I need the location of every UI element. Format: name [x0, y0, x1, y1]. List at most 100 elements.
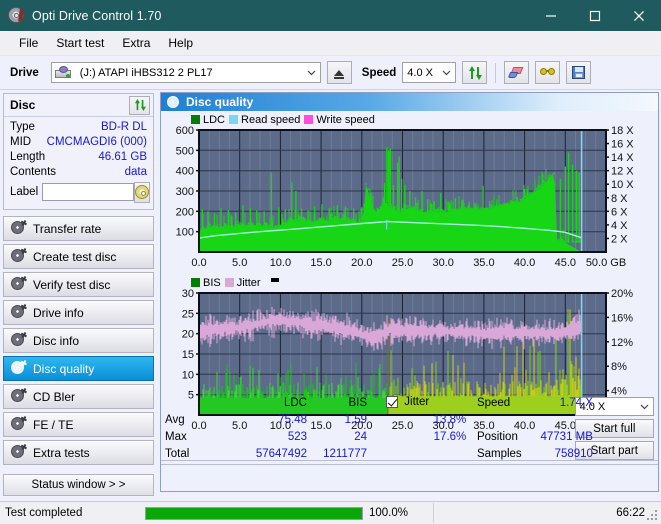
close-button[interactable]	[617, 0, 661, 31]
chart2-legend: BIS Jitter	[163, 276, 656, 289]
legend-swatch	[191, 115, 200, 124]
disc-group-title: Disc	[10, 98, 36, 112]
sidebar-item-disc-info[interactable]: Disc info	[3, 328, 154, 353]
disc-spark-icon	[11, 221, 26, 236]
svg-text:30: 30	[182, 289, 194, 300]
legend-label: BIS	[203, 276, 221, 289]
elapsed-time: 66:22	[616, 507, 645, 519]
disc-refresh-button[interactable]	[129, 95, 150, 115]
legend-item-ldc: LDC	[191, 114, 225, 126]
stats-samples-label: Samples	[476, 448, 522, 460]
drive-select[interactable]: (J:) ATAPI iHBS312 2 PL17	[50, 62, 321, 83]
sidebar-item-label: FE / TE	[33, 417, 74, 432]
disc-spark-icon	[11, 249, 26, 264]
svg-text:4%: 4%	[611, 386, 627, 398]
menu-file[interactable]: File	[10, 33, 47, 53]
legend-swatch	[224, 278, 234, 287]
svg-text:20.0: 20.0	[351, 257, 372, 269]
svg-text:16%: 16%	[611, 312, 633, 324]
stats-bis-avg: 1.59	[344, 414, 367, 426]
disc-row-value: BD-R DL	[100, 120, 147, 133]
scale-marker-icon	[270, 277, 279, 282]
chart1-svg: 100 200 300 400 500 600 2 X4 X 6 X8 X 10 X12 X 14…	[176, 126, 635, 269]
disc-row-mid: MID CMCMAGDI6 (000)	[10, 134, 147, 149]
status-bar: Test completed 100.0% 66:22	[0, 501, 661, 524]
sidebar-item-transfer-rate[interactable]: Transfer rate	[3, 216, 154, 241]
stats-samples-value: 758910	[554, 448, 593, 460]
svg-text:2 X: 2 X	[611, 233, 628, 245]
disc-quality-panel: Disc quality LDC Read speed Write speed …	[160, 92, 659, 492]
disc-row-length: Length 46.61 GB	[10, 149, 147, 164]
svg-text:16 X: 16 X	[611, 139, 634, 151]
progress-fill	[146, 507, 362, 519]
chevron-down-icon	[636, 397, 653, 416]
chevron-down-icon	[438, 63, 455, 82]
sidebar-item-label: Extra tests	[33, 445, 90, 460]
svg-text:30.0: 30.0	[432, 257, 453, 269]
status-window-button[interactable]: Status window > >	[3, 474, 154, 496]
legend-label: Read speed	[241, 113, 301, 126]
sidebar-item-disc-quality[interactable]: Disc quality	[3, 356, 154, 381]
svg-text:10.0: 10.0	[270, 257, 291, 269]
eject-button[interactable]	[326, 61, 352, 84]
disc-label-button[interactable]	[134, 181, 151, 203]
legend-swatch	[229, 115, 239, 124]
refresh-button[interactable]	[462, 61, 488, 84]
disc-info-rows: Type BD-R DL MID CMCMAGDI6 (000) Length …	[4, 117, 153, 209]
legend-swatch	[304, 115, 314, 124]
sidebar-item-label: Transfer rate	[33, 221, 102, 236]
svg-text:14 X: 14 X	[611, 152, 634, 164]
legend-item-bis: BIS	[191, 277, 221, 289]
disc-spark-icon	[11, 361, 26, 376]
disc-spark-icon	[11, 277, 26, 292]
menu-start-test[interactable]: Start test	[47, 33, 113, 53]
stats-position-label: Position	[476, 431, 518, 443]
svg-text:12%: 12%	[611, 337, 633, 349]
legend-item-jitter: Jitter	[224, 277, 261, 289]
sidebar-item-fe-te[interactable]: FE / TE	[3, 412, 154, 437]
chevron-down-icon	[303, 63, 320, 82]
speed-position-block: Speed 1.74 X Position 47731 MB Samples 7…	[476, 397, 593, 461]
disc-row-contents: Contents data	[10, 164, 147, 179]
stats-bis-total: 1211777	[323, 448, 367, 460]
svg-text:15: 15	[182, 349, 194, 361]
svg-text:45.0: 45.0	[555, 257, 576, 269]
drive-select-value: (J:) ATAPI iHBS312 2 PL17	[79, 66, 213, 79]
minimize-button[interactable]	[529, 0, 573, 31]
resize-grip[interactable]	[647, 510, 659, 522]
disc-row-key: MID	[10, 135, 32, 148]
drive-label: Drive	[10, 66, 39, 79]
sidebar-item-create-test-disc[interactable]: Create test disc	[3, 244, 154, 269]
sidebar-item-cd-bler[interactable]: CD Bler	[3, 384, 154, 409]
save-button[interactable]	[566, 61, 592, 84]
drive-toolbar: Drive (J:) ATAPI iHBS312 2 PL17 Speed 4.…	[0, 56, 661, 90]
menu-help[interactable]: Help	[159, 33, 202, 53]
sidebar-item-verify-test-disc[interactable]: Verify test disc	[3, 272, 154, 297]
stats-position-value: 47731 MB	[540, 431, 593, 443]
svg-text:10: 10	[182, 369, 194, 381]
stats-header-ldc: LDC	[283, 397, 307, 409]
panel-title: Disc quality	[186, 95, 254, 109]
disc-group: Disc Type BD-R DL MID CMCMAGDI6 (000) Le…	[3, 93, 154, 210]
charts-container: LDC Read speed Write speed 100 200 300 4…	[161, 111, 658, 437]
speed-select[interactable]: 4.0 X	[402, 62, 457, 83]
menu-extra[interactable]: Extra	[113, 33, 159, 53]
scan-button[interactable]	[535, 61, 561, 84]
disc-spark-icon	[11, 417, 26, 432]
svg-text:25: 25	[182, 308, 194, 320]
sidebar-item-extra-tests[interactable]: Extra tests	[3, 440, 154, 465]
svg-text:6 X: 6 X	[611, 206, 628, 218]
svg-text:15.0: 15.0	[310, 257, 331, 269]
svg-text:4 X: 4 X	[611, 220, 628, 232]
jitter-checkbox[interactable]	[386, 396, 399, 408]
maximize-button[interactable]	[573, 0, 617, 31]
disc-spark-icon	[11, 305, 26, 320]
svg-text:600: 600	[176, 126, 194, 137]
disc-label-input[interactable]	[42, 183, 135, 201]
stats-jitter-avg: 13.8%	[433, 414, 467, 426]
sidebar-item-drive-info[interactable]: Drive info	[3, 300, 154, 325]
stats-bis-max: 24	[354, 431, 367, 443]
erase-button[interactable]	[504, 61, 530, 84]
sidebar-item-label: Drive info	[33, 305, 84, 320]
stats-row-label-avg: Avg	[165, 414, 185, 426]
